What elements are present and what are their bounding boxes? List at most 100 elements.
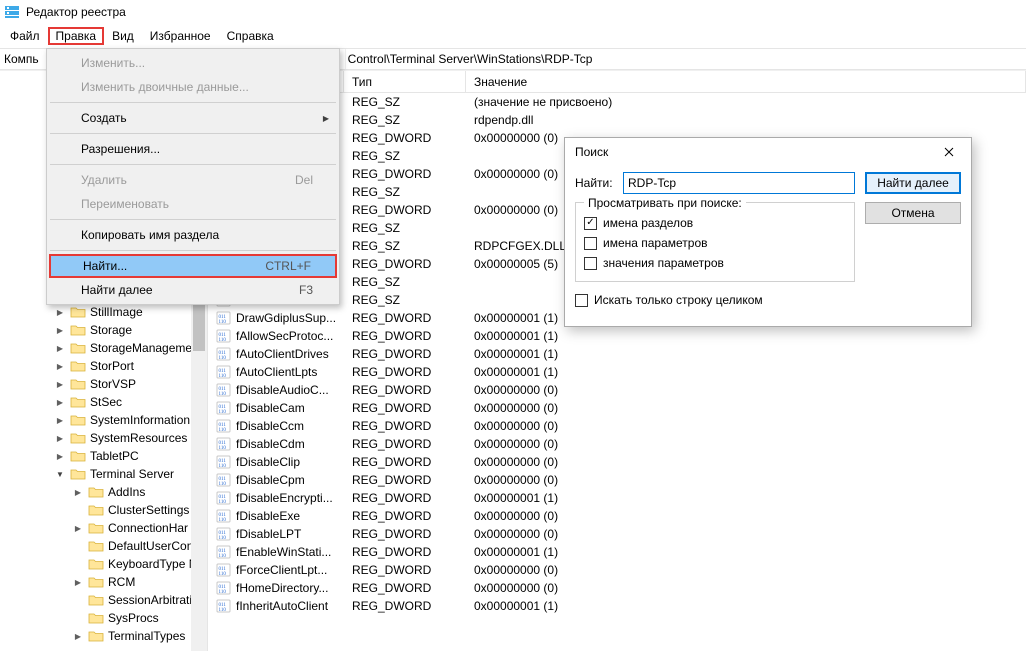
col-data[interactable]: Значение (466, 71, 1026, 92)
col-type[interactable]: Тип (344, 71, 466, 92)
chk-keys-row[interactable]: ✓ имена разделов (584, 213, 846, 233)
menu-file[interactable]: Файл (2, 27, 48, 45)
list-row[interactable]: 011110fInheritAutoClientREG_DWORD0x00000… (208, 597, 1026, 615)
close-icon[interactable] (935, 142, 963, 162)
menu-new[interactable]: Создать (49, 106, 337, 130)
chk-data-row[interactable]: значения параметров (584, 253, 846, 273)
menu-view[interactable]: Вид (104, 27, 142, 45)
expand-icon[interactable] (54, 434, 66, 443)
list-row[interactable]: 011110fHomeDirectory...REG_DWORD0x000000… (208, 579, 1026, 597)
tree-node[interactable]: ClusterSettings (8, 501, 207, 519)
value-type: REG_DWORD (344, 347, 466, 361)
folder-icon (70, 323, 86, 337)
tree-node[interactable]: DefaultUserCon (8, 537, 207, 555)
tree-node[interactable]: Storage (8, 321, 207, 339)
tree-node[interactable]: StorPort (8, 357, 207, 375)
menu-help[interactable]: Справка (219, 27, 282, 45)
list-row[interactable]: 011110fAllowSecProtoc...REG_DWORD0x00000… (208, 327, 1026, 345)
folder-icon (88, 503, 104, 517)
expand-icon[interactable] (72, 524, 84, 533)
list-row[interactable]: 011110fForceClientLpt...REG_DWORD0x00000… (208, 561, 1026, 579)
expand-icon[interactable] (54, 452, 66, 461)
tree-node[interactable]: TerminalTypes (8, 627, 207, 645)
expand-icon[interactable] (54, 398, 66, 407)
list-row[interactable]: 011110fDisableEncrypti...REG_DWORD0x0000… (208, 489, 1026, 507)
value-data: 0x00000001 (1) (466, 545, 1026, 559)
value-name: fDisableCpm (236, 473, 305, 487)
tree-node[interactable]: Terminal Server (8, 465, 207, 483)
list-row[interactable]: 011110fDisableCamREG_DWORD0x00000000 (0) (208, 399, 1026, 417)
dialog-titlebar[interactable]: Поиск (565, 138, 971, 166)
tree[interactable]: SrpExtensionConfiStillImageStorageStorag… (0, 281, 207, 649)
tree-node[interactable]: SessionArbitrati (8, 591, 207, 609)
expand-icon[interactable] (54, 344, 66, 353)
svg-text:110: 110 (219, 446, 227, 451)
tree-node[interactable]: KeyboardType N (8, 555, 207, 573)
expand-icon[interactable] (54, 380, 66, 389)
checkbox-icon[interactable]: ✓ (584, 217, 597, 230)
binary-value-icon: 011110 (216, 382, 232, 398)
menu-find[interactable]: Найти...CTRL+F (49, 254, 337, 278)
tree-node[interactable]: SystemResources (8, 429, 207, 447)
tree-node[interactable]: StorageManageme (8, 339, 207, 357)
menu-copy-key-name[interactable]: Копировать имя раздела (49, 223, 337, 247)
checkbox-icon[interactable] (575, 294, 588, 307)
value-data: 0x00000000 (0) (466, 509, 1026, 523)
folder-icon (70, 449, 86, 463)
chk-whole-row[interactable]: Искать только строку целиком (575, 290, 855, 310)
tree-node[interactable]: RCM (8, 573, 207, 591)
folder-icon (70, 377, 86, 391)
menu-find-next[interactable]: Найти далееF3 (49, 278, 337, 302)
expand-icon[interactable] (72, 632, 84, 641)
list-row[interactable]: 011110fAutoClientLptsREG_DWORD0x00000001… (208, 363, 1026, 381)
expand-icon[interactable] (72, 488, 84, 497)
folder-icon (70, 359, 86, 373)
value-type: REG_DWORD (344, 491, 466, 505)
value-type: REG_DWORD (344, 383, 466, 397)
checkbox-icon[interactable] (584, 237, 597, 250)
tree-node[interactable]: SystemInformation (8, 411, 207, 429)
list-row[interactable]: 011110fDisableLPTREG_DWORD0x00000000 (0) (208, 525, 1026, 543)
tree-node[interactable]: ConnectionHar (8, 519, 207, 537)
menu-modify-binary[interactable]: Изменить двоичные данные... (49, 75, 337, 99)
checkbox-icon[interactable] (584, 257, 597, 270)
tree-label: ClusterSettings (108, 503, 189, 517)
find-input[interactable] (623, 172, 855, 194)
chk-values-row[interactable]: имена параметров (584, 233, 846, 253)
menu-rename[interactable]: Переименовать (49, 192, 337, 216)
expand-icon[interactable] (72, 578, 84, 587)
folder-icon (88, 521, 104, 535)
expand-icon[interactable] (54, 470, 66, 479)
tree-node[interactable]: SysProcs (8, 609, 207, 627)
tree-node[interactable]: StSec (8, 393, 207, 411)
value-type: REG_DWORD (344, 581, 466, 595)
list-row[interactable]: 011110fDisableClipREG_DWORD0x00000000 (0… (208, 453, 1026, 471)
folder-icon (88, 593, 104, 607)
menu-permissions[interactable]: Разрешения... (49, 137, 337, 161)
menu-delete[interactable]: УдалитьDel (49, 168, 337, 192)
menu-edit[interactable]: Правка (48, 27, 105, 45)
menu-modify[interactable]: Изменить... (49, 51, 337, 75)
list-row[interactable]: 011110fDisableCcmREG_DWORD0x00000000 (0) (208, 417, 1026, 435)
menu-favorites[interactable]: Избранное (142, 27, 219, 45)
tree-node[interactable]: StillImage (8, 303, 207, 321)
list-row[interactable]: 011110fAutoClientDrivesREG_DWORD0x000000… (208, 345, 1026, 363)
expand-icon[interactable] (54, 416, 66, 425)
list-row[interactable]: 011110fDisableCpmREG_DWORD0x00000000 (0) (208, 471, 1026, 489)
expand-icon[interactable] (54, 308, 66, 317)
cancel-button[interactable]: Отмена (865, 202, 961, 224)
list-row[interactable]: 011110fEnableWinStati...REG_DWORD0x00000… (208, 543, 1026, 561)
value-type: REG_DWORD (344, 419, 466, 433)
list-row[interactable]: 011110fDisableExeREG_DWORD0x00000000 (0) (208, 507, 1026, 525)
find-next-button[interactable]: Найти далее (865, 172, 961, 194)
tree-node[interactable]: TabletPC (8, 447, 207, 465)
list-row[interactable]: 011110fDisableAudioC...REG_DWORD0x000000… (208, 381, 1026, 399)
value-name: fDisableCcm (236, 419, 304, 433)
value-type: REG_DWORD (344, 311, 466, 325)
list-row[interactable]: 011110fDisableCdmREG_DWORD0x00000000 (0) (208, 435, 1026, 453)
tree-node[interactable]: AddIns (8, 483, 207, 501)
expand-icon[interactable] (54, 326, 66, 335)
binary-value-icon: 011110 (216, 490, 232, 506)
tree-node[interactable]: StorVSP (8, 375, 207, 393)
expand-icon[interactable] (54, 362, 66, 371)
